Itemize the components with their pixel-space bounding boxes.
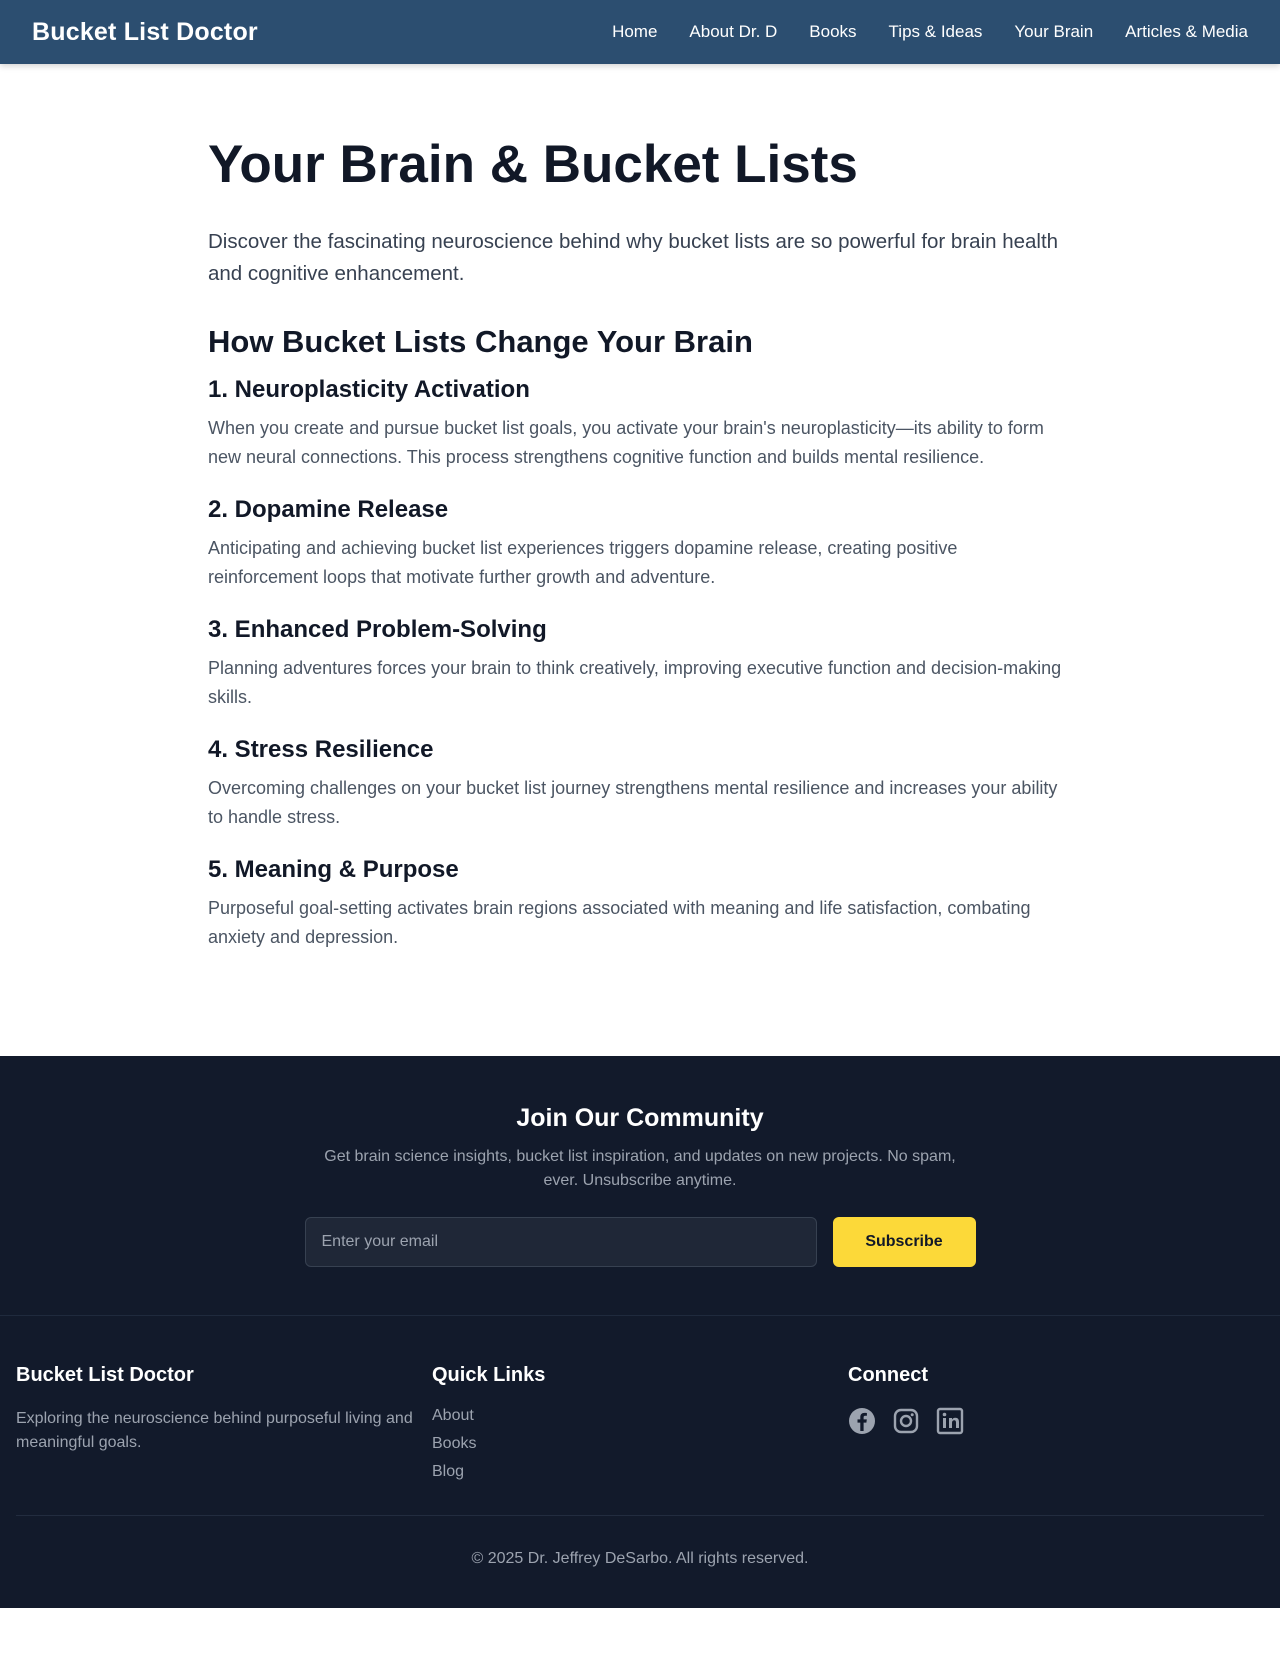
point-title: 3. Enhanced Problem-Solving	[208, 616, 547, 644]
site-footer: Bucket List Doctor Exploring the neurosc…	[0, 1316, 1280, 1609]
point-text: Planning adventures forces your brain to…	[208, 658, 1062, 708]
brain-point: 4. Stress Resilience Overcoming challeng…	[208, 736, 1072, 832]
main-content: Your Brain & Bucket Lists Discover the f…	[208, 64, 1072, 1056]
footer-brand: Bucket List Doctor	[16, 1364, 194, 1387]
page-title: Your Brain & Bucket Lists	[208, 135, 858, 194]
point-text: When you create and pursue bucket list g…	[208, 418, 1044, 468]
brand-logo-link[interactable]: Bucket List Doctor	[32, 18, 258, 47]
section-title: How Bucket Lists Change Your Brain	[208, 324, 753, 360]
linkedin-icon[interactable]	[936, 1407, 964, 1435]
brain-point: 1. Neuroplasticity Activation When you c…	[208, 376, 1072, 472]
footer-connect: Connect	[848, 1364, 1264, 1491]
point-title: 1. Neuroplasticity Activation	[208, 376, 530, 404]
footer-about: Bucket List Doctor Exploring the neurosc…	[16, 1364, 432, 1491]
top-navbar: Bucket List Doctor Home About Dr. D Book…	[0, 0, 1280, 64]
facebook-icon[interactable]	[848, 1407, 876, 1435]
newsletter-title: Join Our Community	[516, 1104, 764, 1133]
newsletter-section: Join Our Community Get brain science ins…	[0, 1056, 1280, 1317]
nav-link-your-brain[interactable]: Your Brain	[1014, 22, 1093, 42]
point-title: 4. Stress Resilience	[208, 736, 434, 764]
nav-link-books[interactable]: Books	[809, 22, 856, 42]
footer-about-text: Exploring the neuroscience behind purpos…	[16, 1410, 413, 1452]
point-title: 5. Meaning & Purpose	[208, 856, 459, 884]
point-text: Overcoming challenges on your bucket lis…	[208, 778, 1058, 828]
subscribe-form: Subscribe	[0, 1217, 1280, 1268]
brain-point: 2. Dopamine Release Anticipating and ach…	[208, 496, 1072, 592]
newsletter-text: Get brain science insights, bucket list …	[324, 1148, 956, 1190]
page-lead: Discover the fascinating neuroscience be…	[208, 230, 1059, 286]
nav-link-home[interactable]: Home	[612, 22, 657, 42]
point-title: 2. Dopamine Release	[208, 496, 449, 524]
point-text: Purposeful goal-setting activates brain …	[208, 898, 1031, 948]
footer-link-blog[interactable]: Blog	[432, 1463, 464, 1480]
subscribe-button[interactable]: Subscribe	[832, 1217, 976, 1268]
point-text: Anticipating and achieving bucket list e…	[208, 538, 958, 588]
social-links	[848, 1407, 1264, 1435]
nav-link-about[interactable]: About Dr. D	[689, 22, 777, 42]
footer-quick-links: Quick Links About Books Blog	[432, 1364, 848, 1491]
footer-link-about[interactable]: About	[432, 1407, 474, 1424]
footer-link-books[interactable]: Books	[432, 1435, 476, 1452]
nav-link-tips-ideas[interactable]: Tips & Ideas	[889, 22, 983, 42]
copyright-text: © 2025 Dr. Jeffrey DeSarbo. All rights r…	[471, 1550, 809, 1568]
footer-divider	[16, 1515, 1264, 1517]
email-input[interactable]	[304, 1217, 817, 1268]
quick-links-title: Quick Links	[432, 1364, 546, 1387]
main-nav: Home About Dr. D Books Tips & Ideas Your…	[580, 22, 1248, 42]
brain-point: 3. Enhanced Problem-Solving Planning adv…	[208, 616, 1072, 712]
instagram-icon[interactable]	[892, 1407, 920, 1435]
connect-title: Connect	[848, 1364, 928, 1387]
nav-link-articles-media[interactable]: Articles & Media	[1125, 22, 1248, 42]
brain-point: 5. Meaning & Purpose Purposeful goal-set…	[208, 856, 1072, 952]
